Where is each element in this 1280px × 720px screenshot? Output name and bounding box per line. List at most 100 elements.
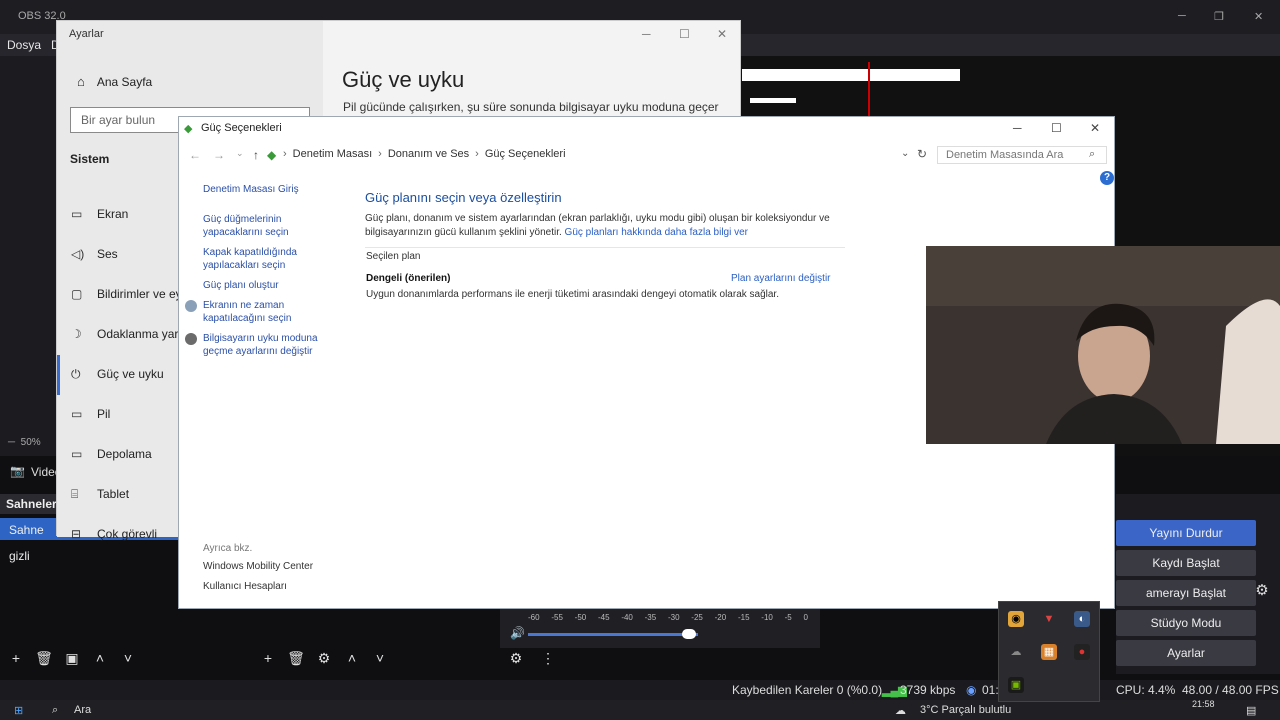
link-control-panel-home[interactable]: Denetim Masası Giriş xyxy=(203,183,343,196)
learn-more-link[interactable]: Güç planları hakkında daha fazla bilgi v… xyxy=(565,227,748,238)
start-recording-button[interactable]: Kaydı Başlat xyxy=(1116,550,1256,576)
power-options-icon: ◆ xyxy=(184,123,193,135)
address-bar: ← → ⌄ ↑ ◆ › Denetim Masası › Donanım ve Ses… xyxy=(179,143,1114,167)
meter-tick: -45 xyxy=(597,613,610,622)
link-lid-close[interactable]: Kapak kapatıldığında yapılacakları seçin xyxy=(203,246,313,272)
forward-icon[interactable]: → xyxy=(213,148,225,162)
steam-icon[interactable]: ◐ xyxy=(1074,611,1090,627)
zoom-level: ─ 50% xyxy=(8,437,41,448)
minimize-icon[interactable]: ─ xyxy=(1178,10,1186,22)
meter-tick: -60 xyxy=(528,613,540,622)
webcam-video xyxy=(926,246,1280,444)
minimize-icon[interactable]: ─ xyxy=(1013,121,1022,135)
chevron-down-icon[interactable]: ⌄ xyxy=(236,148,244,159)
breadcrumb-item[interactable]: Güç Seçenekleri xyxy=(485,148,566,160)
main-heading: Güç planını seçin veya özelleştirin xyxy=(365,190,562,205)
cpu-usage: CPU: 4.4% xyxy=(1116,683,1176,697)
maximize-icon[interactable]: ☐ xyxy=(679,27,690,41)
maximize-icon[interactable]: ❐ xyxy=(1214,10,1224,23)
search-icon[interactable]: ⌕ xyxy=(52,704,58,717)
refresh-icon[interactable]: ↻ xyxy=(917,147,927,161)
windows-start-icon[interactable]: ⊞ xyxy=(14,704,23,717)
link-sleep-settings[interactable]: Bilgisayarın uyku moduna geçme ayarların… xyxy=(203,332,328,358)
window-title: Ayarlar xyxy=(69,28,104,40)
weather-text[interactable]: 3°C Parçalı bulutlu xyxy=(920,704,1011,716)
preview-red-line xyxy=(868,62,870,122)
minimize-icon[interactable]: ─ xyxy=(642,27,651,41)
link-display-off[interactable]: Ekranın ne zaman kapatılacağını seçin xyxy=(203,299,303,325)
preview-white-bar xyxy=(750,98,796,103)
window-titlebar xyxy=(179,117,1114,139)
cloud-icon[interactable]: ☁ xyxy=(1008,644,1024,660)
meter-tick: -15 xyxy=(737,613,750,622)
notifications-icon: ▢ xyxy=(71,287,83,301)
add-icon[interactable]: + xyxy=(6,650,26,670)
vpn-icon[interactable]: ▼ xyxy=(1041,611,1057,627)
volume-slider[interactable] xyxy=(528,633,698,636)
breadcrumb-item[interactable]: Donanım ve Ses xyxy=(388,148,469,160)
chevron-down-icon[interactable]: ⌄ xyxy=(901,148,909,159)
close-icon[interactable]: ✕ xyxy=(717,27,727,41)
breadcrumb-item[interactable]: Denetim Masası xyxy=(293,148,372,160)
page-subtitle: Pil gücünde çalışırken, şu süre sonunda … xyxy=(343,100,719,114)
filter-icon[interactable]: ▣ xyxy=(62,650,82,670)
arrow-down-icon[interactable]: ˅ xyxy=(370,650,390,670)
meter-tick: -55 xyxy=(551,613,563,622)
nvidia-icon[interactable]: ▣ xyxy=(1008,677,1024,693)
back-icon[interactable]: ← xyxy=(189,148,201,162)
add-icon[interactable]: + xyxy=(258,650,278,670)
link-power-buttons[interactable]: Güç düğmelerinin yapacaklarını seçin xyxy=(203,213,313,239)
meter-tick: -25 xyxy=(691,613,703,622)
more-icon[interactable]: ⋮ xyxy=(538,650,558,670)
help-icon[interactable]: ? xyxy=(1100,171,1114,185)
stop-stream-button[interactable]: Yayını Durdur xyxy=(1116,520,1256,546)
up-arrow-icon[interactable]: ↑ xyxy=(253,148,259,162)
power-icon: ⏻ xyxy=(71,367,81,381)
gear-icon[interactable]: ⚙ xyxy=(1250,581,1274,605)
clock[interactable]: 21:58 xyxy=(1192,699,1215,709)
person-image xyxy=(926,246,1280,444)
battery-icon: ▭ xyxy=(71,407,83,421)
volume-slider-thumb[interactable] xyxy=(682,629,696,639)
trash-icon[interactable]: 🗑 xyxy=(286,650,306,670)
studio-mode-button[interactable]: Stüdyo Modu xyxy=(1116,610,1256,636)
gear-icon[interactable]: ⚙ xyxy=(314,650,334,670)
chevron-right-icon: › xyxy=(283,148,287,160)
meter-tick: -30 xyxy=(667,613,680,622)
arrow-up-icon[interactable]: ˄ xyxy=(342,650,362,670)
home-link[interactable]: ⌂ Ana Sayfa xyxy=(77,74,152,89)
plan-name: Dengeli (önerilen) xyxy=(366,273,451,284)
page-title: Güç ve uyku xyxy=(342,67,465,92)
record-app-icon[interactable]: ● xyxy=(1074,644,1090,660)
scene-item[interactable]: gizli xyxy=(0,544,178,566)
maximize-icon[interactable]: ☐ xyxy=(1051,121,1062,135)
start-virtual-camera-button[interactable]: amerayı Başlat xyxy=(1116,580,1256,606)
video-capture-label: 📷 Video xyxy=(10,464,62,479)
taskbar-search[interactable]: Ara xyxy=(74,704,91,716)
see-also-label: Ayrıca bkz. xyxy=(203,543,253,554)
link-user-accounts[interactable]: Kullanıcı Hesapları xyxy=(203,581,287,592)
meter-tick: -50 xyxy=(574,613,587,622)
tray-overflow-popup: ◉ ▼ ◐ ☁ ▦ ● ▣ xyxy=(998,601,1100,702)
taskbar: ⊞ ⌕ Ara ☁ 3°C Parçalı bulutlu 21:58 ▤ xyxy=(0,699,1280,720)
meter-tick: -35 xyxy=(644,613,657,622)
arrow-down-icon[interactable]: ˅ xyxy=(118,650,138,670)
link-create-plan[interactable]: Güç planı oluştur xyxy=(203,279,343,292)
trash-icon[interactable]: 🗑 xyxy=(34,650,54,670)
menu-file[interactable]: Dosya xyxy=(7,38,41,52)
settings-button[interactable]: Ayarlar xyxy=(1116,640,1256,666)
shield-app-icon[interactable]: ◉ xyxy=(1008,611,1024,627)
close-icon[interactable]: ✕ xyxy=(1090,121,1100,135)
volume-icon[interactable]: 🔊 xyxy=(510,626,525,640)
change-plan-link[interactable]: Plan ayarlarını değiştir xyxy=(731,273,831,284)
gear-icon[interactable]: ⚙ xyxy=(506,650,526,670)
search-icon[interactable]: ⌕ xyxy=(1089,148,1095,161)
app-icon[interactable]: ▦ xyxy=(1041,644,1057,660)
close-icon[interactable]: ✕ xyxy=(1254,10,1263,23)
arrow-up-icon[interactable]: ˄ xyxy=(90,650,110,670)
obs-side-panel xyxy=(0,56,58,456)
control-panel-search-input[interactable]: Denetim Masasında Ara xyxy=(937,146,1107,164)
link-mobility-center[interactable]: Windows Mobility Center xyxy=(203,561,313,572)
preview-window-bar xyxy=(742,69,960,81)
notifications-icon[interactable]: ▤ xyxy=(1246,704,1256,717)
